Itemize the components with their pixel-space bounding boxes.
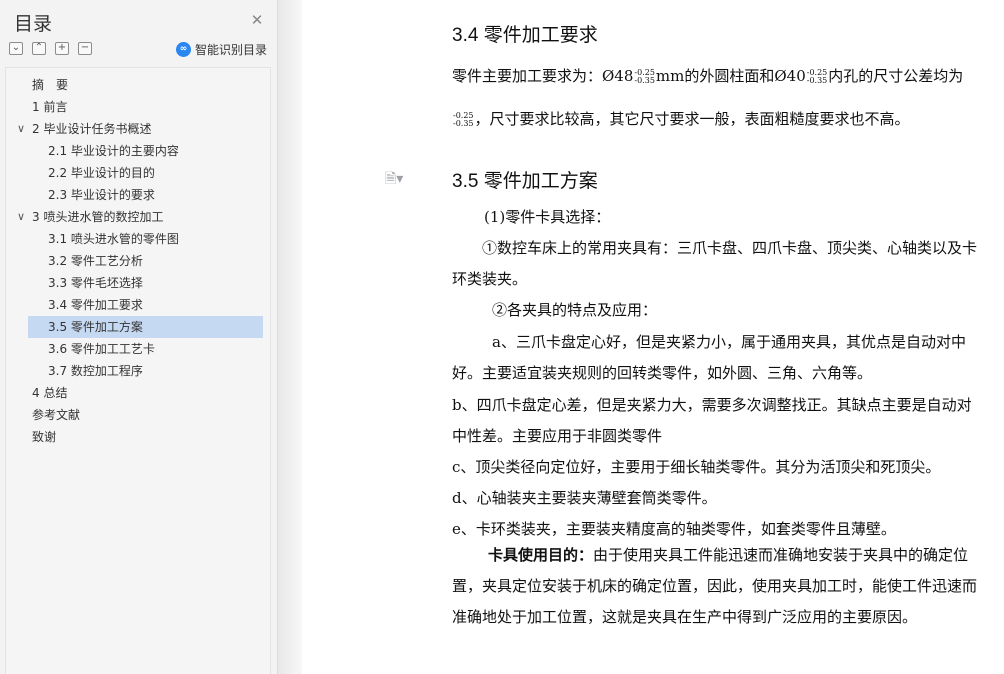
paragraph-fixture-features: ②各夹具的特点及应用： <box>492 301 658 319</box>
paragraph-four-jaw: b、四爪卡盘定心差，但是夹紧力大，需要多次调整找正。其缺点主要是自动对中性差。主… <box>452 396 972 445</box>
toc-item[interactable]: 3.1 喷头进水管的零件图 <box>6 228 270 250</box>
toc-item-label: 2.1 毕业设计的主要内容 <box>48 144 179 158</box>
toc-title: 目录 <box>14 13 53 35</box>
toc-item[interactable]: 2.2 毕业设计的目的 <box>6 162 270 184</box>
chevron-down-icon[interactable]: ∨ <box>17 206 25 228</box>
remove-level-icon[interactable]: − <box>78 42 92 55</box>
heading-3-5: 3.5 零件加工方案 <box>452 171 598 192</box>
toc-list-container: 摘 要 1 前言 ∨ 2 毕业设计任务书概述 2.1 毕业设计的主要内容 2.2 毕业设计… <box>5 67 271 674</box>
paragraph-fixture-purpose: 卡具使用目的：由于使用夹具工件能迅速而准确地安装于夹具中的确定位置，夹具定位安装… <box>452 546 978 626</box>
toc-item[interactable]: 3.6 零件加工工艺卡 <box>6 338 270 360</box>
paragraph-centers: c、顶尖类径向定位好，主要用于细长轴类零件。其分为活顶尖和死顶尖。 <box>452 458 941 476</box>
toc-item-label: 2.3 毕业设计的要求 <box>48 188 155 202</box>
paragraph-common-fixtures: ①数控车床上的常用夹具有：三爪卡盘、四爪卡盘、顶尖类、心轴类以及卡环类装夹。 <box>452 239 978 288</box>
toc-item[interactable]: 摘 要 <box>6 74 270 96</box>
smart-recognize-icon: ∞ <box>176 42 191 57</box>
toc-item-label: 3.3 零件毛坯选择 <box>48 276 143 290</box>
toc-item-label: 3.6 零件加工工艺卡 <box>48 342 155 356</box>
toc-item[interactable]: 4 总结 <box>6 382 270 404</box>
paragraph-three-jaw: a、三爪卡盘定心好，但是夹紧力小，属于通用夹具，其优点是自动对中好。主要适宜装夹… <box>452 333 966 382</box>
toc-item-label: 3 喷头进水管的数控加工 <box>32 210 164 224</box>
toc-item-label: 1 前言 <box>32 100 68 114</box>
toc-item-label: 致谢 <box>32 430 57 444</box>
add-level-icon[interactable]: + <box>55 42 69 55</box>
toc-item[interactable]: 2.3 毕业设计的要求 <box>6 184 270 206</box>
smart-toc-button[interactable]: ∞ 智能识别目录 <box>176 41 267 58</box>
chevron-down-icon[interactable]: ∨ <box>17 118 25 140</box>
toc-toolbar: ⌄ ⌃ + − <box>9 42 92 55</box>
close-icon[interactable]: ✕ <box>249 12 265 28</box>
smart-toc-label: 智能识别目录 <box>195 43 268 57</box>
paragraph-fixture-selection: (1)零件卡具选择： <box>484 208 611 226</box>
toc-item[interactable]: 参考文献 <box>6 404 270 426</box>
requirement-line-2: -0.25 -0.35 ，尺寸要求比较高，其它尺寸要求一般，表面粗糙度要求也不高。 <box>453 110 910 128</box>
heading-3-4: 3.4 零件加工要求 <box>452 25 598 46</box>
toc-item[interactable]: 3.2 零件工艺分析 <box>6 250 270 272</box>
toc-item-label: 3.4 零件加工要求 <box>48 298 143 312</box>
toc-item[interactable]: 致谢 <box>6 426 270 448</box>
collapse-all-icon[interactable]: ⌄ <box>9 42 23 55</box>
toc-item[interactable]: 2.1 毕业设计的主要内容 <box>6 140 270 162</box>
toc-item-label: 3.7 数控加工程序 <box>48 364 143 378</box>
expand-all-icon[interactable]: ⌃ <box>32 42 46 55</box>
toc-item-label: 2 毕业设计任务书概述 <box>32 122 152 136</box>
tolerance-48: -0.25 -0.35 <box>634 68 655 85</box>
toc-item[interactable]: 3.5 零件加工方案 <box>6 316 270 338</box>
tolerance-general: -0.25 -0.35 <box>453 111 474 128</box>
toc-item-label: 参考文献 <box>32 408 81 422</box>
page-gutter <box>278 0 302 674</box>
toc-item[interactable]: 3.4 零件加工要求 <box>6 294 270 316</box>
toc-item-label: 2.2 毕业设计的目的 <box>48 166 155 180</box>
toc-item[interactable]: ∨ 2 毕业设计任务书概述 <box>6 118 270 140</box>
toc-list: 摘 要 1 前言 ∨ 2 毕业设计任务书概述 2.1 毕业设计的主要内容 2.2 毕业设计… <box>6 74 270 448</box>
toc-item[interactable]: 3.7 数控加工程序 <box>6 360 270 382</box>
toc-item[interactable]: ∨ 3 喷头进水管的数控加工 <box>6 206 270 228</box>
toc-item-label: 摘 要 <box>32 78 69 92</box>
paragraph-mandrel: d、心轴装夹主要装夹薄壁套筒类零件。 <box>452 489 717 507</box>
paragraph-menu-icon[interactable]: 🗎▾ <box>385 168 403 192</box>
toc-item-label: 4 总结 <box>32 386 68 400</box>
tolerance-40: -0.25 -0.35 <box>806 68 828 85</box>
toc-item-label: 3.2 零件工艺分析 <box>48 254 143 268</box>
toc-panel: 目录 ✕ ⌄ ⌃ + − ∞ 智能识别目录 摘 要 1 前言 ∨ 2 毕业设计任务书概… <box>0 0 278 674</box>
toc-item[interactable]: 1 前言 <box>6 96 270 118</box>
toc-item-label: 3.1 喷头进水管的零件图 <box>48 232 179 246</box>
toc-item-label: 3.5 零件加工方案 <box>48 320 143 334</box>
requirement-line-1: 零件主要加工要求为：Ø48 -0.25 -0.35 mm的外圆柱面和Ø40 -0.25-… <box>452 67 964 85</box>
toc-item[interactable]: 3.3 零件毛坯选择 <box>6 272 270 294</box>
